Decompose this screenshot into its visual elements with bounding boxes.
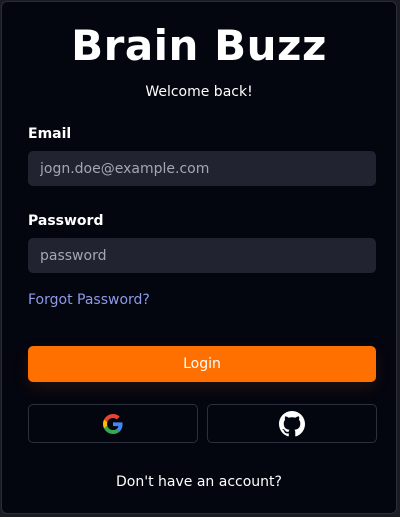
email-label: Email — [28, 126, 72, 142]
welcome-subtitle: Welcome back! — [145, 84, 253, 100]
login-button[interactable]: Login — [28, 346, 376, 382]
signup-link[interactable]: Don't have an account? — [2, 473, 396, 491]
password-field[interactable] — [28, 238, 376, 273]
github-icon — [279, 410, 305, 437]
app-title: Brain Buzz — [71, 21, 327, 70]
google-signin-button[interactable] — [28, 404, 198, 443]
email-field[interactable] — [28, 151, 376, 186]
login-card: Brain Buzz Welcome back! Email Password … — [1, 1, 397, 514]
password-label: Password — [28, 213, 104, 229]
google-icon — [103, 413, 123, 434]
github-signin-button[interactable] — [207, 404, 377, 443]
forgot-password-link[interactable]: Forgot Password? — [28, 291, 150, 309]
